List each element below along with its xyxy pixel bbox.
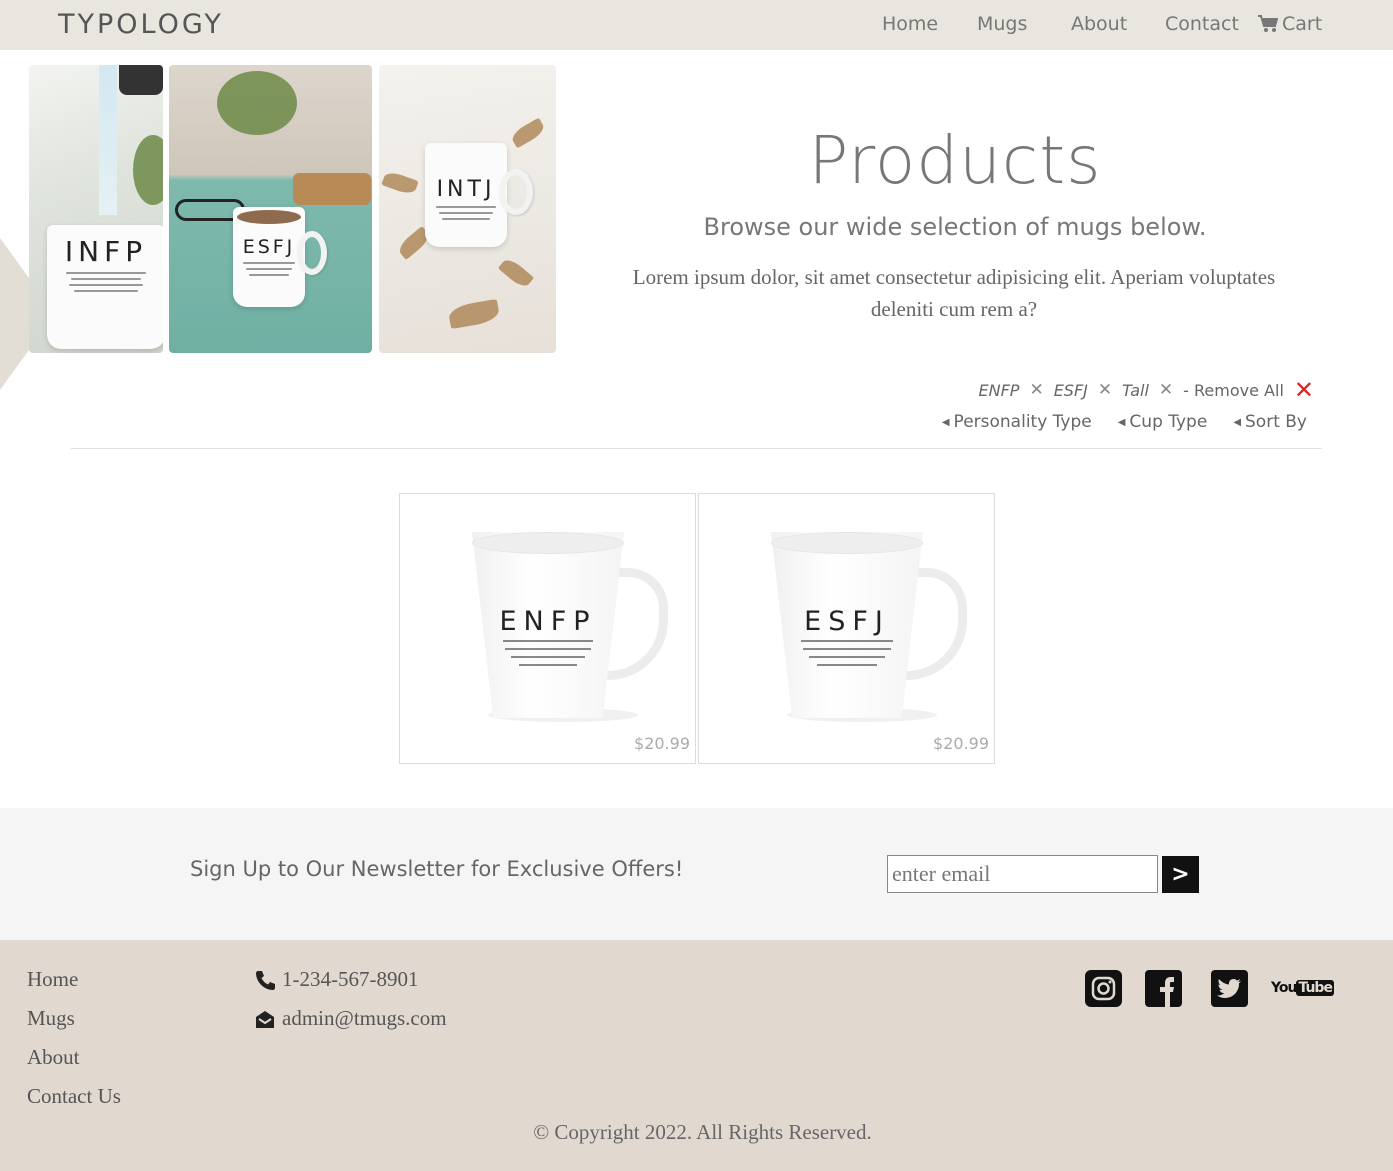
nav-mugs[interactable]: Mugs: [977, 13, 1027, 35]
page-title: Products: [808, 122, 1102, 199]
dropdown-label: Cup Type: [1129, 412, 1208, 432]
hero-mug-text: INFP: [64, 235, 148, 268]
footer: Home Mugs About Contact Us 1-234-567-890…: [0, 940, 1393, 1171]
phone-number: 1-234-567-8901: [282, 967, 419, 991]
cart-icon: [1258, 15, 1278, 32]
facebook-icon[interactable]: [1145, 970, 1182, 1007]
dropdown-cup-type[interactable]: ◀ Cup Type: [1118, 412, 1208, 432]
youtube-icon[interactable]: You Tube: [1271, 980, 1334, 996]
instagram-icon[interactable]: [1085, 970, 1122, 1007]
remove-all-link[interactable]: - Remove All: [1183, 381, 1284, 400]
page-description: Lorem ipsum dolor, sit amet consectetur …: [632, 265, 1276, 321]
footer-email: admin@tmugs.com: [254, 1006, 447, 1031]
active-filters: ENFP ✕ ESFJ ✕ Tall ✕ - Remove All ✕: [979, 378, 1315, 402]
twitter-icon[interactable]: [1211, 970, 1248, 1007]
product-price: $20.99: [634, 734, 690, 753]
product-mug-text: ESFJ: [804, 606, 890, 637]
footer-link-about[interactable]: About: [27, 1045, 80, 1070]
product-price: $20.99: [933, 734, 989, 753]
brand-logo[interactable]: TYPOLOGY: [58, 9, 224, 40]
envelope-icon: [256, 1010, 274, 1028]
remove-filter-icon[interactable]: ✕: [1159, 380, 1173, 400]
dropdown-personality-type[interactable]: ◀ Personality Type: [942, 412, 1092, 432]
dropdown-sort-by[interactable]: ◀ Sort By: [1233, 412, 1307, 432]
newsletter-email-input[interactable]: [887, 855, 1158, 893]
cart-label: Cart: [1282, 13, 1323, 35]
hero-image-intj: INTJ: [379, 65, 556, 353]
copyright: © Copyright 2022. All Rights Reserved.: [533, 1120, 872, 1144]
newsletter-text: Sign Up to Our Newsletter for Exclusive …: [190, 857, 684, 881]
footer-phone: 1-234-567-8901: [254, 967, 418, 992]
hero-image-esfj: ESFJ: [169, 65, 372, 353]
caret-left-icon: ◀: [1117, 416, 1126, 428]
phone-icon: [256, 970, 275, 990]
footer-link-mugs[interactable]: Mugs: [27, 1006, 75, 1031]
product-mug-text: ENFP: [499, 606, 597, 637]
hero-mug-text: INTJ: [436, 177, 496, 202]
remove-filter-icon[interactable]: ✕: [1098, 380, 1112, 400]
filter-chip-tall[interactable]: Tall: [1122, 381, 1149, 400]
filter-dropdowns: ◀ Personality Type ◀ Cup Type ◀ Sort By: [942, 412, 1307, 432]
nav-about[interactable]: About: [1071, 13, 1127, 35]
navbar: TYPOLOGY Home Mugs About Contact Cart: [0, 0, 1393, 50]
footer-link-contact[interactable]: Contact Us: [27, 1084, 121, 1109]
nav-cart[interactable]: Cart: [1258, 13, 1322, 35]
page-subtitle: Browse our wide selection of mugs below.: [703, 213, 1207, 241]
nav-contact[interactable]: Contact: [1165, 13, 1239, 35]
product-card-enfp[interactable]: ENFP $20.99: [399, 493, 696, 764]
hero-mug-text: ESFJ: [242, 236, 296, 258]
hero-image-infp: INFP: [29, 65, 163, 353]
remove-all-icon[interactable]: ✕: [1294, 378, 1314, 402]
dropdown-label: Sort By: [1245, 412, 1307, 432]
email-address[interactable]: admin@tmugs.com: [282, 1006, 447, 1031]
dropdown-label: Personality Type: [953, 412, 1092, 432]
newsletter-section: Sign Up to Our Newsletter for Exclusive …: [0, 808, 1393, 940]
caret-left-icon: ◀: [941, 416, 950, 428]
product-card-esfj[interactable]: ESFJ $20.99: [698, 493, 995, 764]
filter-chip-enfp[interactable]: ENFP: [979, 381, 1020, 400]
filter-chip-esfj[interactable]: ESFJ: [1054, 381, 1088, 400]
newsletter-submit-button[interactable]: >: [1162, 856, 1199, 893]
caret-left-icon: ◀: [1233, 416, 1242, 428]
divider: [71, 448, 1322, 449]
nav-home[interactable]: Home: [882, 13, 938, 35]
footer-link-home[interactable]: Home: [27, 967, 78, 992]
remove-filter-icon[interactable]: ✕: [1029, 380, 1043, 400]
